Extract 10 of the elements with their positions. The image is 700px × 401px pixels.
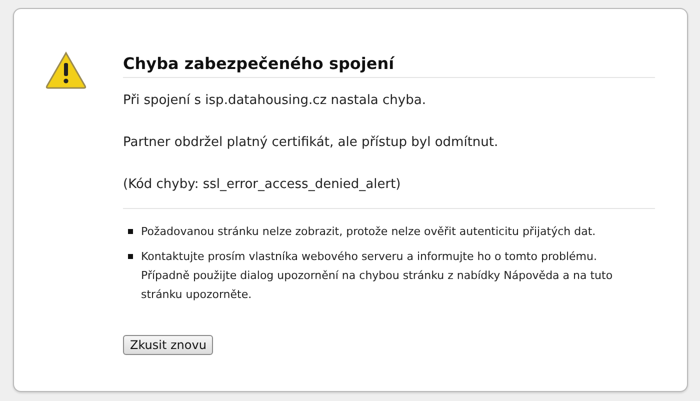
warning-icon	[45, 51, 87, 89]
retry-button[interactable]: Zkusit znovu	[123, 335, 214, 355]
error-message: Partner obdržel platný certifikát, ale přístup byl odmítnut.	[123, 134, 500, 152]
hint-text: Kontaktujte prosím vlastníka webového serveru a informujte ho o tomto problému. Případně použijte dialog upozornění na chybou stránku z nabídky Nápověda a na tuto stránku upozorněte.	[141, 249, 614, 303]
hint-text: Požadovanou stránku nelze zobrazit, protože nelze ověřit autenticitu přijatých dat.	[141, 224, 596, 240]
error-title: Chyba zabezpečeného spojení	[123, 49, 655, 78]
bullet-icon	[128, 254, 133, 259]
error-message: (Kód chyby: ssl_error_access_denied_alert)	[123, 176, 402, 194]
error-message: Při spojení s isp.datahousing.cz nastala chyba.	[123, 92, 427, 110]
bullet-icon	[128, 229, 133, 234]
